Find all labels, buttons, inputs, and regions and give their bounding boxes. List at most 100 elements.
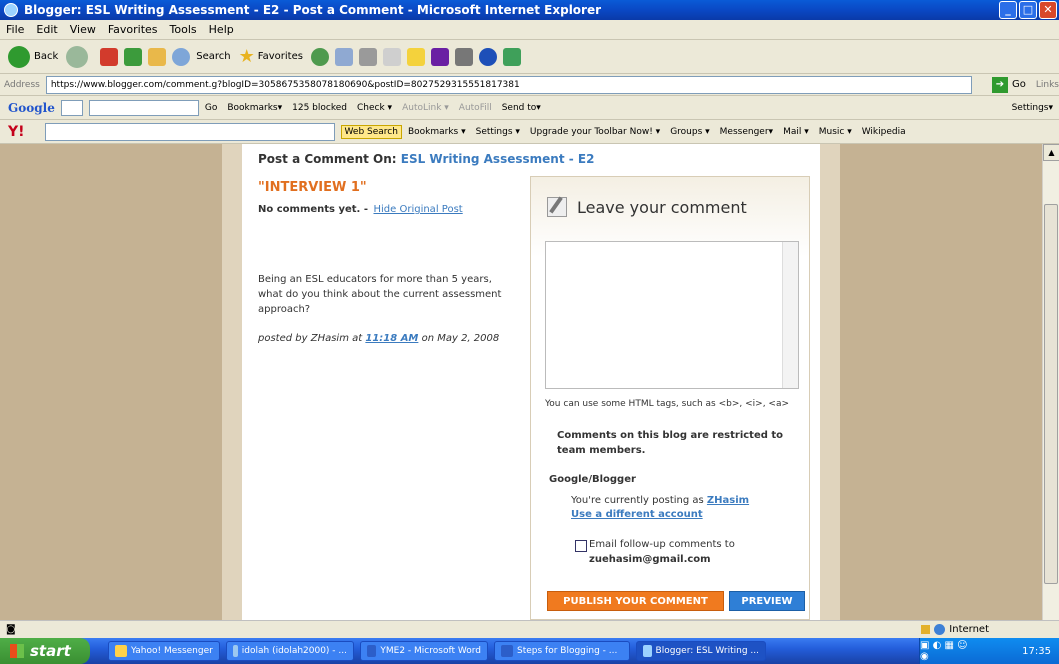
messenger-smiley-icon xyxy=(115,645,127,657)
google-query-input[interactable] xyxy=(88,99,199,116)
chat-icon xyxy=(233,645,238,657)
blog-name-link[interactable]: ESL Writing Assessment - E2 xyxy=(401,152,595,166)
menu-file[interactable]: File xyxy=(6,23,24,36)
system-tray: ▣ ◐ ▦ ☺ ◉ 17:35 xyxy=(919,638,1059,664)
research-icon[interactable] xyxy=(454,47,473,66)
scroll-up-icon[interactable]: ▲ xyxy=(1043,144,1059,161)
task-idolah[interactable]: idolah (idolah2000) - ... xyxy=(226,641,354,661)
post-title: "INTERVIEW 1" xyxy=(258,180,367,195)
forward-arrow-icon xyxy=(66,45,89,68)
yahoo-messenger[interactable]: Messenger▾ xyxy=(720,127,773,137)
task-word-yme2[interactable]: YME2 - Microsoft Word xyxy=(360,641,488,661)
menu-favorites[interactable]: Favorites xyxy=(108,23,158,36)
posting-as: You're currently posting as ZHasim xyxy=(571,495,750,506)
menu-edit[interactable]: Edit xyxy=(36,23,57,36)
google-go-button[interactable]: Go xyxy=(205,103,217,113)
bluetooth-icon[interactable] xyxy=(478,47,497,66)
close-button[interactable]: ✕ xyxy=(1039,1,1057,19)
web-search-button[interactable]: Web Search xyxy=(340,124,402,139)
home-icon[interactable] xyxy=(148,47,167,66)
clock: 17:35 xyxy=(1022,645,1051,657)
follow-up-checkbox[interactable] xyxy=(575,540,587,552)
restriction-notice: Comments on this blog are restricted to … xyxy=(557,430,784,456)
page-status-icon: ◙ xyxy=(6,624,16,635)
menu-view[interactable]: View xyxy=(70,23,96,36)
post-meta: posted by ZHasim at 11:18 AM on May 2, 2… xyxy=(258,333,500,344)
wikipedia[interactable]: Wikipedia xyxy=(862,127,906,137)
page-title: Post a Comment On: ESL Writing Assessmen… xyxy=(258,152,595,166)
ie-icon xyxy=(643,645,652,657)
edit-icon[interactable] xyxy=(382,47,401,66)
spell-check[interactable]: Check ▾ xyxy=(357,103,392,113)
page-scrollbar[interactable]: ▲ xyxy=(1042,144,1059,620)
minimize-button[interactable]: _ xyxy=(999,1,1017,19)
maximize-button[interactable]: □ xyxy=(1019,1,1037,19)
textarea-scrollbar[interactable] xyxy=(782,242,798,388)
favorites-button[interactable]: ★ Favorites xyxy=(239,46,303,67)
print-icon[interactable] xyxy=(358,47,377,66)
identity-label: Google/Blogger xyxy=(549,474,636,485)
publish-comment-button[interactable]: PUBLISH YOUR COMMENT xyxy=(547,591,724,611)
address-bar: Address https://www.blogger.com/comment.… xyxy=(0,74,1059,96)
address-url: https://www.blogger.com/comment.g?blogID… xyxy=(50,79,520,90)
tray-icons: ▣ ◐ ▦ ☺ ◉ xyxy=(920,640,968,662)
ie-icon xyxy=(4,3,18,17)
mail-icon[interactable] xyxy=(334,47,353,66)
google-logo: Google xyxy=(8,100,55,115)
google-toolbar: Google Go Bookmarks▾ 125 blocked Check ▾… xyxy=(0,96,1059,120)
start-button[interactable]: start xyxy=(0,638,90,664)
preview-button[interactable]: PREVIEW xyxy=(729,591,805,611)
window-title: Blogger: ESL Writing Assessment - E2 - P… xyxy=(24,3,602,17)
hide-original-post-link[interactable]: Hide Original Post xyxy=(373,204,462,215)
go-button[interactable]: ➔ Go xyxy=(992,76,1026,93)
yahoo-groups[interactable]: Groups ▾ xyxy=(670,127,709,137)
menu-tools[interactable]: Tools xyxy=(170,23,197,36)
yahoo-search-input[interactable] xyxy=(44,122,335,141)
stop-icon[interactable] xyxy=(100,47,119,66)
comment-form: Leave your comment You can use some HTML… xyxy=(530,176,810,620)
post-time-link[interactable]: 11:18 AM xyxy=(365,333,418,344)
word-icon xyxy=(367,645,377,657)
menu-bar: File Edit View Favorites Tools Help xyxy=(0,20,1059,40)
links-button[interactable]: Links xyxy=(1036,80,1059,90)
autofill[interactable]: AutoFill xyxy=(459,103,492,113)
search-button[interactable]: Search xyxy=(172,47,231,66)
scrollbar-thumb[interactable] xyxy=(1044,204,1058,584)
status-bar: ◙ Internet xyxy=(0,620,1059,638)
yahoo-mail[interactable]: Mail ▾ xyxy=(783,127,809,137)
refresh-icon[interactable] xyxy=(124,47,143,66)
different-account-link[interactable]: Use a different account xyxy=(571,509,703,520)
security-zone: Internet xyxy=(921,624,989,635)
autolink[interactable]: AutoLink ▾ xyxy=(402,103,449,113)
word-icon xyxy=(501,645,513,657)
task-blogger[interactable]: Blogger: ESL Writing ... xyxy=(636,641,766,661)
page-content: Post a Comment On: ESL Writing Assessmen… xyxy=(0,144,1059,620)
follow-up-option: Email follow-up comments to xyxy=(575,539,735,552)
yahoo-music[interactable]: Music ▾ xyxy=(819,127,852,137)
google-settings[interactable]: Settings▾ xyxy=(1012,103,1053,113)
comment-textarea[interactable] xyxy=(545,241,799,389)
globe-icon xyxy=(934,624,946,635)
folder-icon[interactable] xyxy=(406,47,425,66)
menu-help[interactable]: Help xyxy=(209,23,234,36)
post-body: Being an ESL educators for more than 5 y… xyxy=(258,274,502,315)
task-steps-for-blogging[interactable]: Steps for Blogging - ... xyxy=(494,641,630,661)
upgrade-toolbar[interactable]: Upgrade your Toolbar Now! ▾ xyxy=(530,127,660,137)
task-yahoo-messenger[interactable]: Yahoo! Messenger xyxy=(108,641,220,661)
google-search-input[interactable] xyxy=(60,99,83,116)
follow-up-email: zuehasim@gmail.com xyxy=(589,554,711,565)
back-button[interactable]: Back xyxy=(8,45,58,68)
address-input[interactable]: https://www.blogger.com/comment.g?blogID… xyxy=(45,75,972,94)
yahoo-settings[interactable]: Settings ▾ xyxy=(476,127,520,137)
forward-button[interactable] xyxy=(66,45,92,68)
send-to[interactable]: Send to▾ xyxy=(502,103,541,113)
standard-toolbar: Back Search ★ Favorites xyxy=(0,40,1059,74)
messenger-icon[interactable] xyxy=(502,47,521,66)
yahoo-icon[interactable] xyxy=(430,47,449,66)
username-link[interactable]: ZHasim xyxy=(707,495,749,506)
popup-blocked[interactable]: 125 blocked xyxy=(292,103,347,113)
search-icon xyxy=(172,47,191,66)
history-icon[interactable] xyxy=(310,47,329,66)
yahoo-bookmarks[interactable]: Bookmarks ▾ xyxy=(408,127,466,137)
google-bookmarks[interactable]: Bookmarks▾ xyxy=(227,103,282,113)
